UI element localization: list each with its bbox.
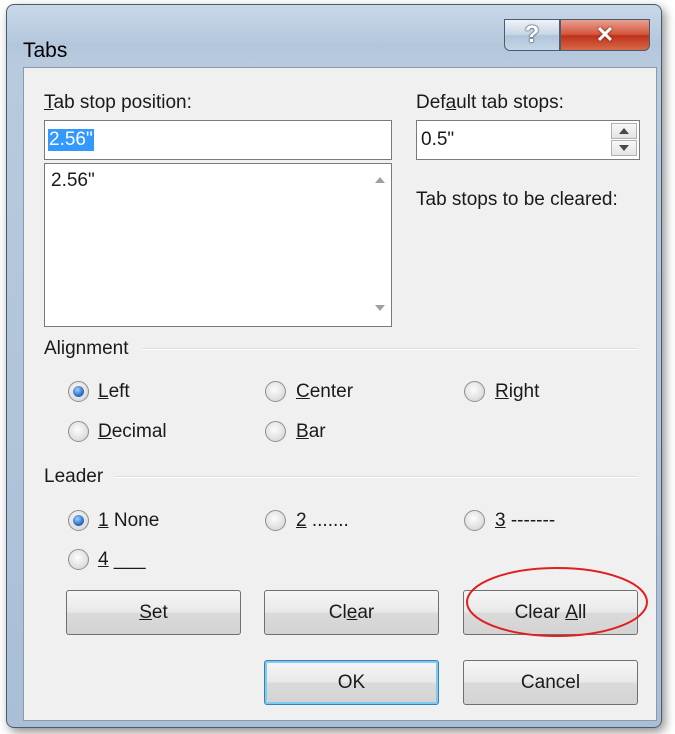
- spin-down-button[interactable]: [611, 140, 637, 156]
- clear-button[interactable]: Cl e ar: [264, 590, 439, 635]
- alignment-center-label[interactable]: Center: [296, 381, 353, 403]
- leader-underline-label[interactable]: 4 ___: [98, 549, 146, 571]
- list-item[interactable]: 2.56": [51, 170, 95, 192]
- close-icon: ✕: [595, 22, 615, 47]
- alignment-bar-radio[interactable]: [265, 421, 286, 442]
- scroll-down-icon[interactable]: [374, 304, 386, 312]
- help-icon: ?: [524, 21, 540, 48]
- ok-button[interactable]: OK: [264, 660, 439, 705]
- tab-stop-position-value: 2.56": [48, 129, 94, 151]
- default-tab-stops-value: 0.5": [421, 129, 455, 150]
- annotation-circle: [466, 567, 648, 637]
- dialog-body: Tab stop position: 2.56" 2.56" Default t…: [23, 67, 657, 721]
- arrow-up-icon: [619, 128, 629, 134]
- leader-dashes-label[interactable]: 3 -------: [495, 510, 555, 532]
- alignment-decimal-radio[interactable]: [68, 421, 89, 442]
- alignment-group-label: Alignment: [44, 338, 129, 359]
- alignment-decimal-label[interactable]: Decimal: [98, 421, 167, 443]
- close-button[interactable]: ✕: [560, 19, 650, 51]
- alignment-left-radio[interactable]: [68, 381, 89, 402]
- leader-none-label[interactable]: 1 None: [98, 510, 159, 532]
- alignment-bar-label[interactable]: Bar: [296, 421, 326, 443]
- leader-group-label: Leader: [44, 466, 104, 487]
- spin-up-button[interactable]: [611, 123, 637, 139]
- alignment-right-label[interactable]: Right: [495, 381, 539, 403]
- dialog-window: Tabs ? ✕ Tab stop position: 2.56" 2.56" …: [6, 4, 662, 728]
- alignment-left-label[interactable]: Left: [98, 381, 130, 403]
- arrow-down-icon: [619, 145, 629, 151]
- tab-stop-position-input[interactable]: 2.56": [44, 120, 392, 160]
- tab-stops-to-be-cleared-label: Tab stops to be cleared:: [416, 189, 618, 210]
- leader-divider: [114, 476, 638, 478]
- leader-dashes-radio[interactable]: [464, 510, 485, 531]
- alignment-right-radio[interactable]: [464, 381, 485, 402]
- tab-stop-list[interactable]: 2.56": [44, 163, 392, 327]
- list-scrollbar[interactable]: [369, 164, 391, 326]
- help-button[interactable]: ?: [504, 19, 560, 51]
- set-button[interactable]: Set: [66, 590, 241, 635]
- alignment-divider: [142, 348, 638, 350]
- window-title: Tabs: [23, 39, 68, 62]
- leader-dots-radio[interactable]: [265, 510, 286, 531]
- default-tab-stops-label: Default tab stops:: [416, 92, 564, 113]
- cancel-button[interactable]: Cancel: [463, 660, 638, 705]
- leader-none-radio[interactable]: [68, 510, 89, 531]
- leader-dots-label[interactable]: 2 .......: [296, 510, 349, 532]
- alignment-center-radio[interactable]: [265, 381, 286, 402]
- leader-underline-radio[interactable]: [68, 549, 89, 570]
- tab-stop-position-label: Tab stop position:: [44, 92, 192, 113]
- default-tab-stops-spinner[interactable]: 0.5": [416, 120, 640, 160]
- scroll-up-icon[interactable]: [374, 176, 386, 184]
